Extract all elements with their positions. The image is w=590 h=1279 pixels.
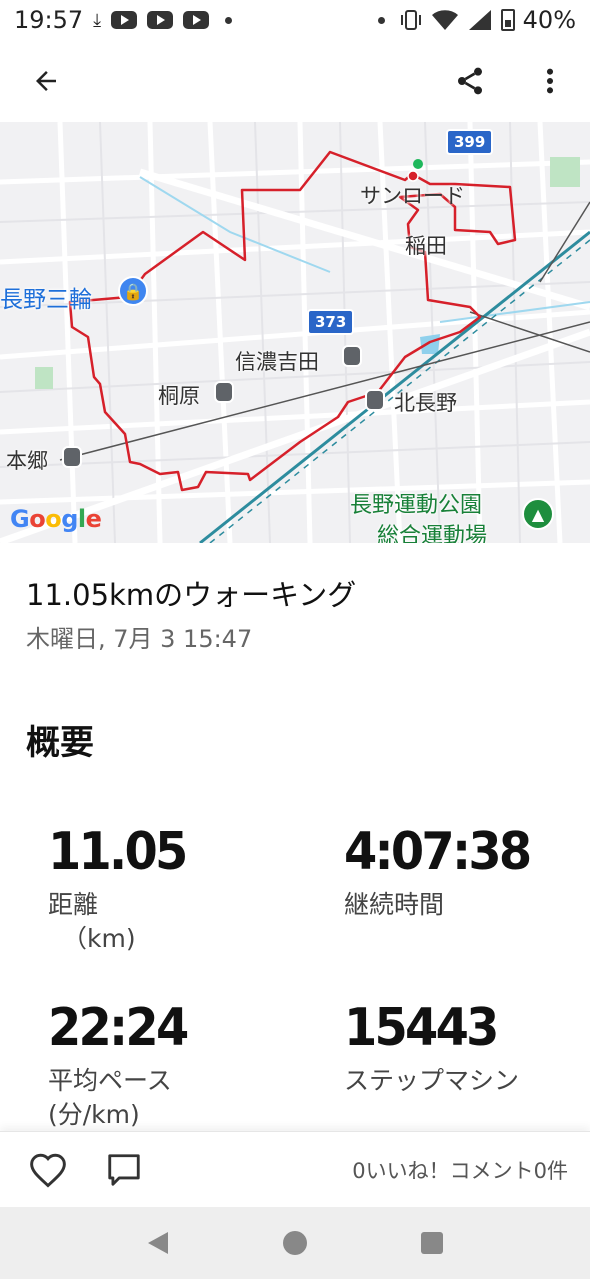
park-poi-icon[interactable]: ▲ — [522, 498, 554, 530]
steps-value: 15443 — [344, 998, 499, 1058]
map-graphics — [0, 122, 590, 543]
activity-date: 木曜日, 7月 3 15:47 — [26, 625, 253, 653]
notification-dot-icon — [377, 16, 385, 24]
battery-icon — [500, 9, 515, 31]
arrow-back-icon — [36, 71, 56, 91]
heart-icon — [30, 1153, 66, 1188]
download-icon: ⤓ — [93, 9, 102, 31]
status-bar: 19:57 ⤓ 40% — [0, 0, 590, 40]
route-399-badge: 399 — [446, 129, 494, 155]
map-label-hongo: 本郷 — [6, 449, 48, 473]
map-label-park-line1: 長野運動公園 — [350, 493, 483, 518]
nav-recents-button[interactable] — [412, 1223, 452, 1263]
nav-recents-icon — [420, 1232, 443, 1254]
vibrate-icon — [400, 10, 421, 30]
system-nav-bar — [0, 1207, 590, 1279]
signal-icon — [468, 10, 491, 30]
route-map[interactable]: 399 373 サンロード 稲田 長野三輪 🔒 信濃吉田 桐原 北長野 本郷 長… — [0, 122, 590, 543]
pace-unit: (分/km) — [48, 1100, 140, 1129]
overview-title: 概要 — [26, 723, 94, 763]
battery-percent: 40% — [522, 6, 576, 34]
share-icon — [458, 67, 482, 95]
stat-duration: 4:07:38 継続時間 — [344, 822, 546, 922]
distance-label: 距離 — [48, 890, 99, 919]
stat-steps: 15443 ステップマシン — [344, 998, 519, 1098]
pace-label: 平均ペース — [48, 1066, 172, 1095]
nav-back-icon — [148, 1232, 169, 1254]
likes-comments-summary[interactable]: 0いいね！コメント0件 — [352, 1155, 568, 1185]
train-station-icon[interactable] — [62, 446, 82, 468]
youtube-icon — [183, 11, 210, 29]
duration-value: 4:07:38 — [344, 822, 532, 882]
status-time: 19:57 — [14, 6, 84, 34]
map-label-kirihara: 桐原 — [158, 384, 200, 408]
route-373-badge: 373 — [307, 309, 355, 335]
map-label-sunroad: サンロード — [360, 184, 465, 208]
comment-icon — [108, 1153, 140, 1186]
nav-home-icon — [282, 1231, 307, 1255]
more-vert-icon — [546, 68, 554, 94]
duration-label: 継続時間 — [344, 890, 445, 919]
train-station-icon[interactable] — [365, 389, 385, 411]
google-logo: Google — [10, 505, 102, 533]
activity-title: 11.05kmのウォーキング — [26, 578, 357, 612]
notification-dot-icon — [225, 16, 233, 24]
more-options-button[interactable] — [530, 61, 570, 101]
train-station-icon[interactable] — [342, 345, 362, 367]
wifi-icon — [431, 10, 458, 30]
comment-button[interactable] — [102, 1148, 146, 1192]
map-label-kita-nagano: 北長野 — [394, 391, 457, 415]
app-bar — [0, 40, 590, 122]
map-label-inada: 稲田 — [405, 234, 447, 258]
shopping-poi-icon[interactable]: 🔒 — [118, 276, 148, 306]
distance-value: 11.05 — [48, 822, 188, 882]
distance-unit: （km) — [62, 924, 136, 953]
steps-label: ステップマシン — [344, 1066, 520, 1095]
youtube-icon — [111, 11, 138, 29]
map-label-park-line2: 総合運動場 — [377, 524, 488, 543]
nav-back-button[interactable] — [138, 1223, 178, 1263]
stat-distance: 11.05 距離 （km) — [48, 822, 197, 956]
like-button[interactable] — [26, 1148, 70, 1192]
train-station-icon[interactable] — [214, 381, 234, 403]
social-action-bar: 0いいね！コメント0件 — [0, 1131, 590, 1207]
stat-pace: 22:24 平均ペース (分/km) — [48, 998, 199, 1132]
back-button[interactable] — [26, 61, 66, 101]
map-label-nagano-sanwa[interactable]: 長野三輪 — [0, 280, 92, 314]
pace-value: 22:24 — [48, 998, 189, 1058]
share-button[interactable] — [450, 61, 490, 101]
nav-home-button[interactable] — [275, 1223, 315, 1263]
youtube-icon — [147, 11, 174, 29]
map-label-shinano-yoshida: 信濃吉田 — [235, 350, 319, 374]
